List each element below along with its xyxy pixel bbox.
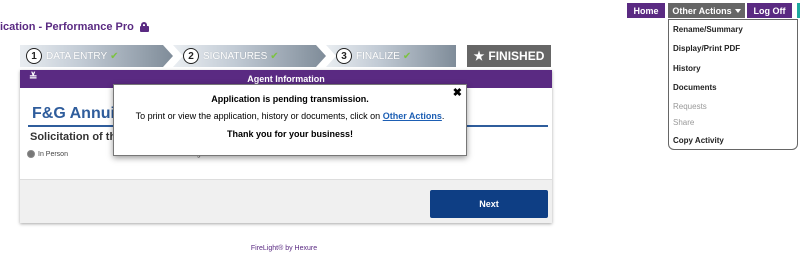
step-signatures[interactable]: 2 SIGNATURES ✔ — [173, 45, 326, 67]
progress-steps: 1 DATA ENTRY ✔ 2 SIGNATURES ✔ 3 FINALIZE… — [20, 45, 456, 67]
dialog-message-thanks-text: Thank you for your business! — [226, 129, 354, 139]
lock-icon — [139, 22, 149, 32]
menu-item-share: Share — [673, 118, 695, 127]
radio-option-in-person[interactable]: In Person — [27, 150, 68, 158]
next-button[interactable]: Next — [430, 190, 548, 218]
menu-item-copy-activity[interactable]: Copy Activity — [673, 136, 724, 145]
caret-down-icon — [734, 8, 741, 13]
solicitation-question: Solicitation of this — [30, 131, 126, 143]
star-icon: ★ — [473, 49, 485, 63]
step-finalize[interactable]: 3 FINALIZE ✔ — [326, 45, 456, 67]
other-actions-label: Other Actions — [672, 5, 732, 16]
app-title-text: ication - Performance Pro — [0, 21, 134, 33]
menu-item-display-print-pdf[interactable]: Display/Print PDF — [673, 44, 740, 53]
step-data-entry[interactable]: 1 DATA ENTRY ✔ — [20, 45, 173, 67]
other-actions-menu: Rename/Summary Display/Print PDF History… — [668, 19, 798, 150]
log-off-label: Log Off — [753, 5, 786, 16]
step-number: 3 — [336, 48, 352, 64]
pending-transmission-dialog: ✖ Application is pending transmission. T… — [113, 84, 467, 156]
menu-item-rename-summary[interactable]: Rename/Summary — [673, 25, 743, 34]
step-label: DATA ENTRY — [46, 50, 108, 62]
home-button-label: Home — [633, 5, 659, 16]
finished-badge: ★ FINISHED — [467, 45, 551, 67]
step-label: SIGNATURES — [203, 50, 268, 62]
dialog-message-instructions: To print or view the application, histor… — [114, 111, 466, 121]
collapse-chevron-icon[interactable]: ≚ — [29, 73, 37, 83]
menu-item-history[interactable]: History — [673, 64, 701, 73]
app-title: ication - Performance Pro — [0, 21, 149, 33]
other-actions-link[interactable]: Other Actions — [383, 111, 442, 121]
step-label: FINALIZE — [356, 50, 400, 62]
dialog-instructions-prefix: To print or view the application, histor… — [135, 111, 383, 121]
radio-button[interactable] — [27, 150, 35, 158]
next-button-label: Next — [479, 199, 499, 209]
section-header-title: Agent Information — [247, 74, 325, 84]
step-number: 1 — [26, 48, 42, 64]
check-icon: ✔ — [270, 50, 279, 62]
step-number: 2 — [183, 48, 199, 64]
check-icon: ✔ — [110, 50, 119, 62]
dialog-message-thanks: Thank you for your business! — [114, 129, 466, 139]
log-off-button[interactable]: Log Off — [747, 3, 792, 18]
footer-brand: FireLight® by Hexure — [250, 245, 318, 252]
dialog-instructions-suffix: . — [441, 111, 445, 121]
other-actions-button[interactable]: Other Actions — [668, 3, 745, 18]
finished-label: FINISHED — [488, 49, 545, 63]
dialog-message-pending-text: Application is pending transmission. — [211, 94, 369, 104]
radio-label: In Person — [38, 150, 68, 158]
menu-item-requests: Requests — [673, 102, 707, 111]
home-button[interactable]: Home — [627, 3, 665, 18]
check-icon: ✔ — [402, 50, 412, 62]
menu-item-documents[interactable]: Documents — [673, 83, 717, 92]
dialog-message-pending: Application is pending transmission. — [114, 94, 466, 104]
